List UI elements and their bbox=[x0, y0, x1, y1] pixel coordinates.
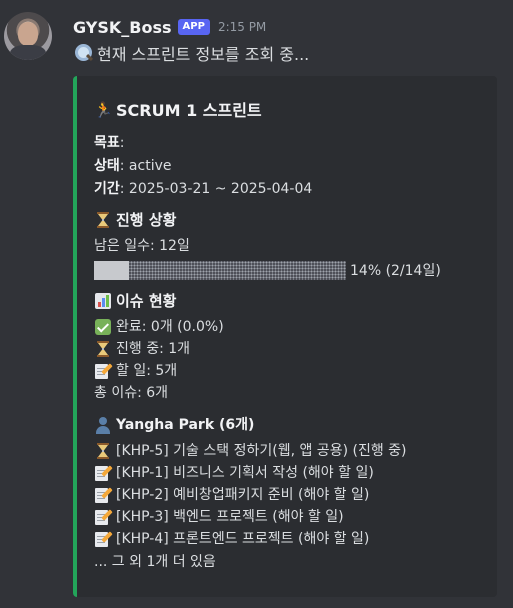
embed-title: SCRUM 1 스프린트 bbox=[94, 97, 262, 121]
avatar-face bbox=[18, 22, 38, 46]
username[interactable]: GYSK_Boss bbox=[73, 18, 172, 37]
issue-list-item: [KHP-4] 프론트엔드 프로젝트 (해야 할 일) bbox=[94, 529, 369, 549]
progress-title: 진행 상황 bbox=[116, 211, 177, 229]
issues-in-progress: 진행 중: 1개 bbox=[116, 341, 191, 357]
issue-text: [KHP-5] 기술 스택 정하기(웹, 앱 공용) (진행 중) bbox=[116, 443, 407, 459]
memo-icon bbox=[94, 508, 113, 526]
goal-label: 목표 bbox=[94, 135, 120, 151]
issue-list-item: [KHP-1] 비즈니스 기획서 작성 (해야 할 일) bbox=[94, 463, 374, 483]
sprint-embed: SCRUM 1 스프린트 목표 : 상태 : active 기간 : 2025-… bbox=[73, 76, 497, 597]
assignee-title: Yangha Park (6개) bbox=[116, 417, 255, 433]
message-header: GYSK_Boss APP 2:15 PM bbox=[73, 15, 266, 39]
memo-icon bbox=[94, 530, 113, 548]
person-icon bbox=[94, 416, 112, 434]
embed-title-text: SCRUM 1 스프린트 bbox=[116, 101, 262, 120]
issue-list-item: [KHP-5] 기술 스택 정하기(웹, 앱 공용) (진행 중) bbox=[94, 441, 407, 461]
hourglass-icon bbox=[94, 442, 112, 460]
hourglass-icon bbox=[94, 211, 112, 229]
issue-text: [KHP-2] 예비창업패키지 준비 (해야 할 일) bbox=[116, 487, 370, 503]
goal-row: 목표 : bbox=[94, 133, 124, 153]
more-issues-text: ... 그 외 1개 더 있음 bbox=[94, 554, 216, 570]
status-row: 상태 : active bbox=[94, 156, 172, 176]
bar-chart-icon bbox=[94, 292, 112, 310]
issues-total: 총 이슈: 6개 bbox=[94, 385, 169, 401]
period-value: : 2025-03-21 ~ 2025-04-04 bbox=[119, 181, 313, 197]
runner-icon bbox=[94, 100, 112, 118]
issue-list-item: [KHP-2] 예비창업패키지 준비 (해야 할 일) bbox=[94, 485, 369, 505]
period-row: 기간 : 2025-03-21 ~ 2025-04-04 bbox=[94, 179, 312, 199]
progress-text: 14% (2/14일) bbox=[350, 263, 441, 279]
app-badge: APP bbox=[177, 19, 210, 35]
progress-fill bbox=[94, 260, 130, 280]
issues-in-progress-row: 진행 중: 1개 bbox=[94, 339, 190, 359]
status-value: : active bbox=[119, 158, 172, 174]
check-mark-icon bbox=[94, 318, 112, 336]
goal-value: : bbox=[119, 135, 125, 151]
progress-bar: 14% (2/14일) bbox=[94, 260, 441, 280]
memo-icon bbox=[94, 464, 113, 482]
memo-icon bbox=[94, 362, 113, 380]
issues-done: 완료: 0개 (0.0%) bbox=[116, 319, 224, 335]
issue-list-item: [KHP-3] 백엔드 프로젝트 (해야 할 일) bbox=[94, 507, 344, 527]
issue-text: [KHP-1] 비즈니스 기획서 작성 (해야 할 일) bbox=[116, 465, 374, 481]
assignee-heading: Yangha Park (6개) bbox=[94, 415, 254, 435]
days-left: 남은 일수: 12일 bbox=[94, 238, 190, 254]
period-label: 기간 bbox=[94, 181, 120, 197]
message-text: 현재 스프린트 정보를 조회 중... bbox=[97, 45, 310, 64]
issues-title: 이슈 현황 bbox=[116, 292, 177, 310]
issues-todo: 할 일: 5개 bbox=[116, 363, 178, 379]
hourglass-icon bbox=[94, 340, 112, 358]
issue-text: [KHP-3] 백엔드 프로젝트 (해야 할 일) bbox=[116, 509, 344, 525]
progress-heading: 진행 상황 bbox=[94, 210, 176, 230]
issues-heading: 이슈 현황 bbox=[94, 291, 176, 311]
status-label: 상태 bbox=[94, 158, 120, 174]
user-avatar[interactable] bbox=[4, 12, 52, 60]
magnifying-glass-icon bbox=[73, 43, 94, 63]
message-content: 현재 스프린트 정보를 조회 중... bbox=[73, 41, 309, 65]
message-timestamp[interactable]: 2:15 PM bbox=[218, 20, 266, 34]
progress-track bbox=[94, 260, 346, 280]
issues-todo-row: 할 일: 5개 bbox=[94, 361, 177, 381]
issue-text: [KHP-4] 프론트엔드 프로젝트 (해야 할 일) bbox=[116, 531, 370, 547]
avatar-body bbox=[10, 45, 46, 60]
issues-done-row: 완료: 0개 (0.0%) bbox=[94, 317, 224, 337]
memo-icon bbox=[94, 486, 113, 504]
